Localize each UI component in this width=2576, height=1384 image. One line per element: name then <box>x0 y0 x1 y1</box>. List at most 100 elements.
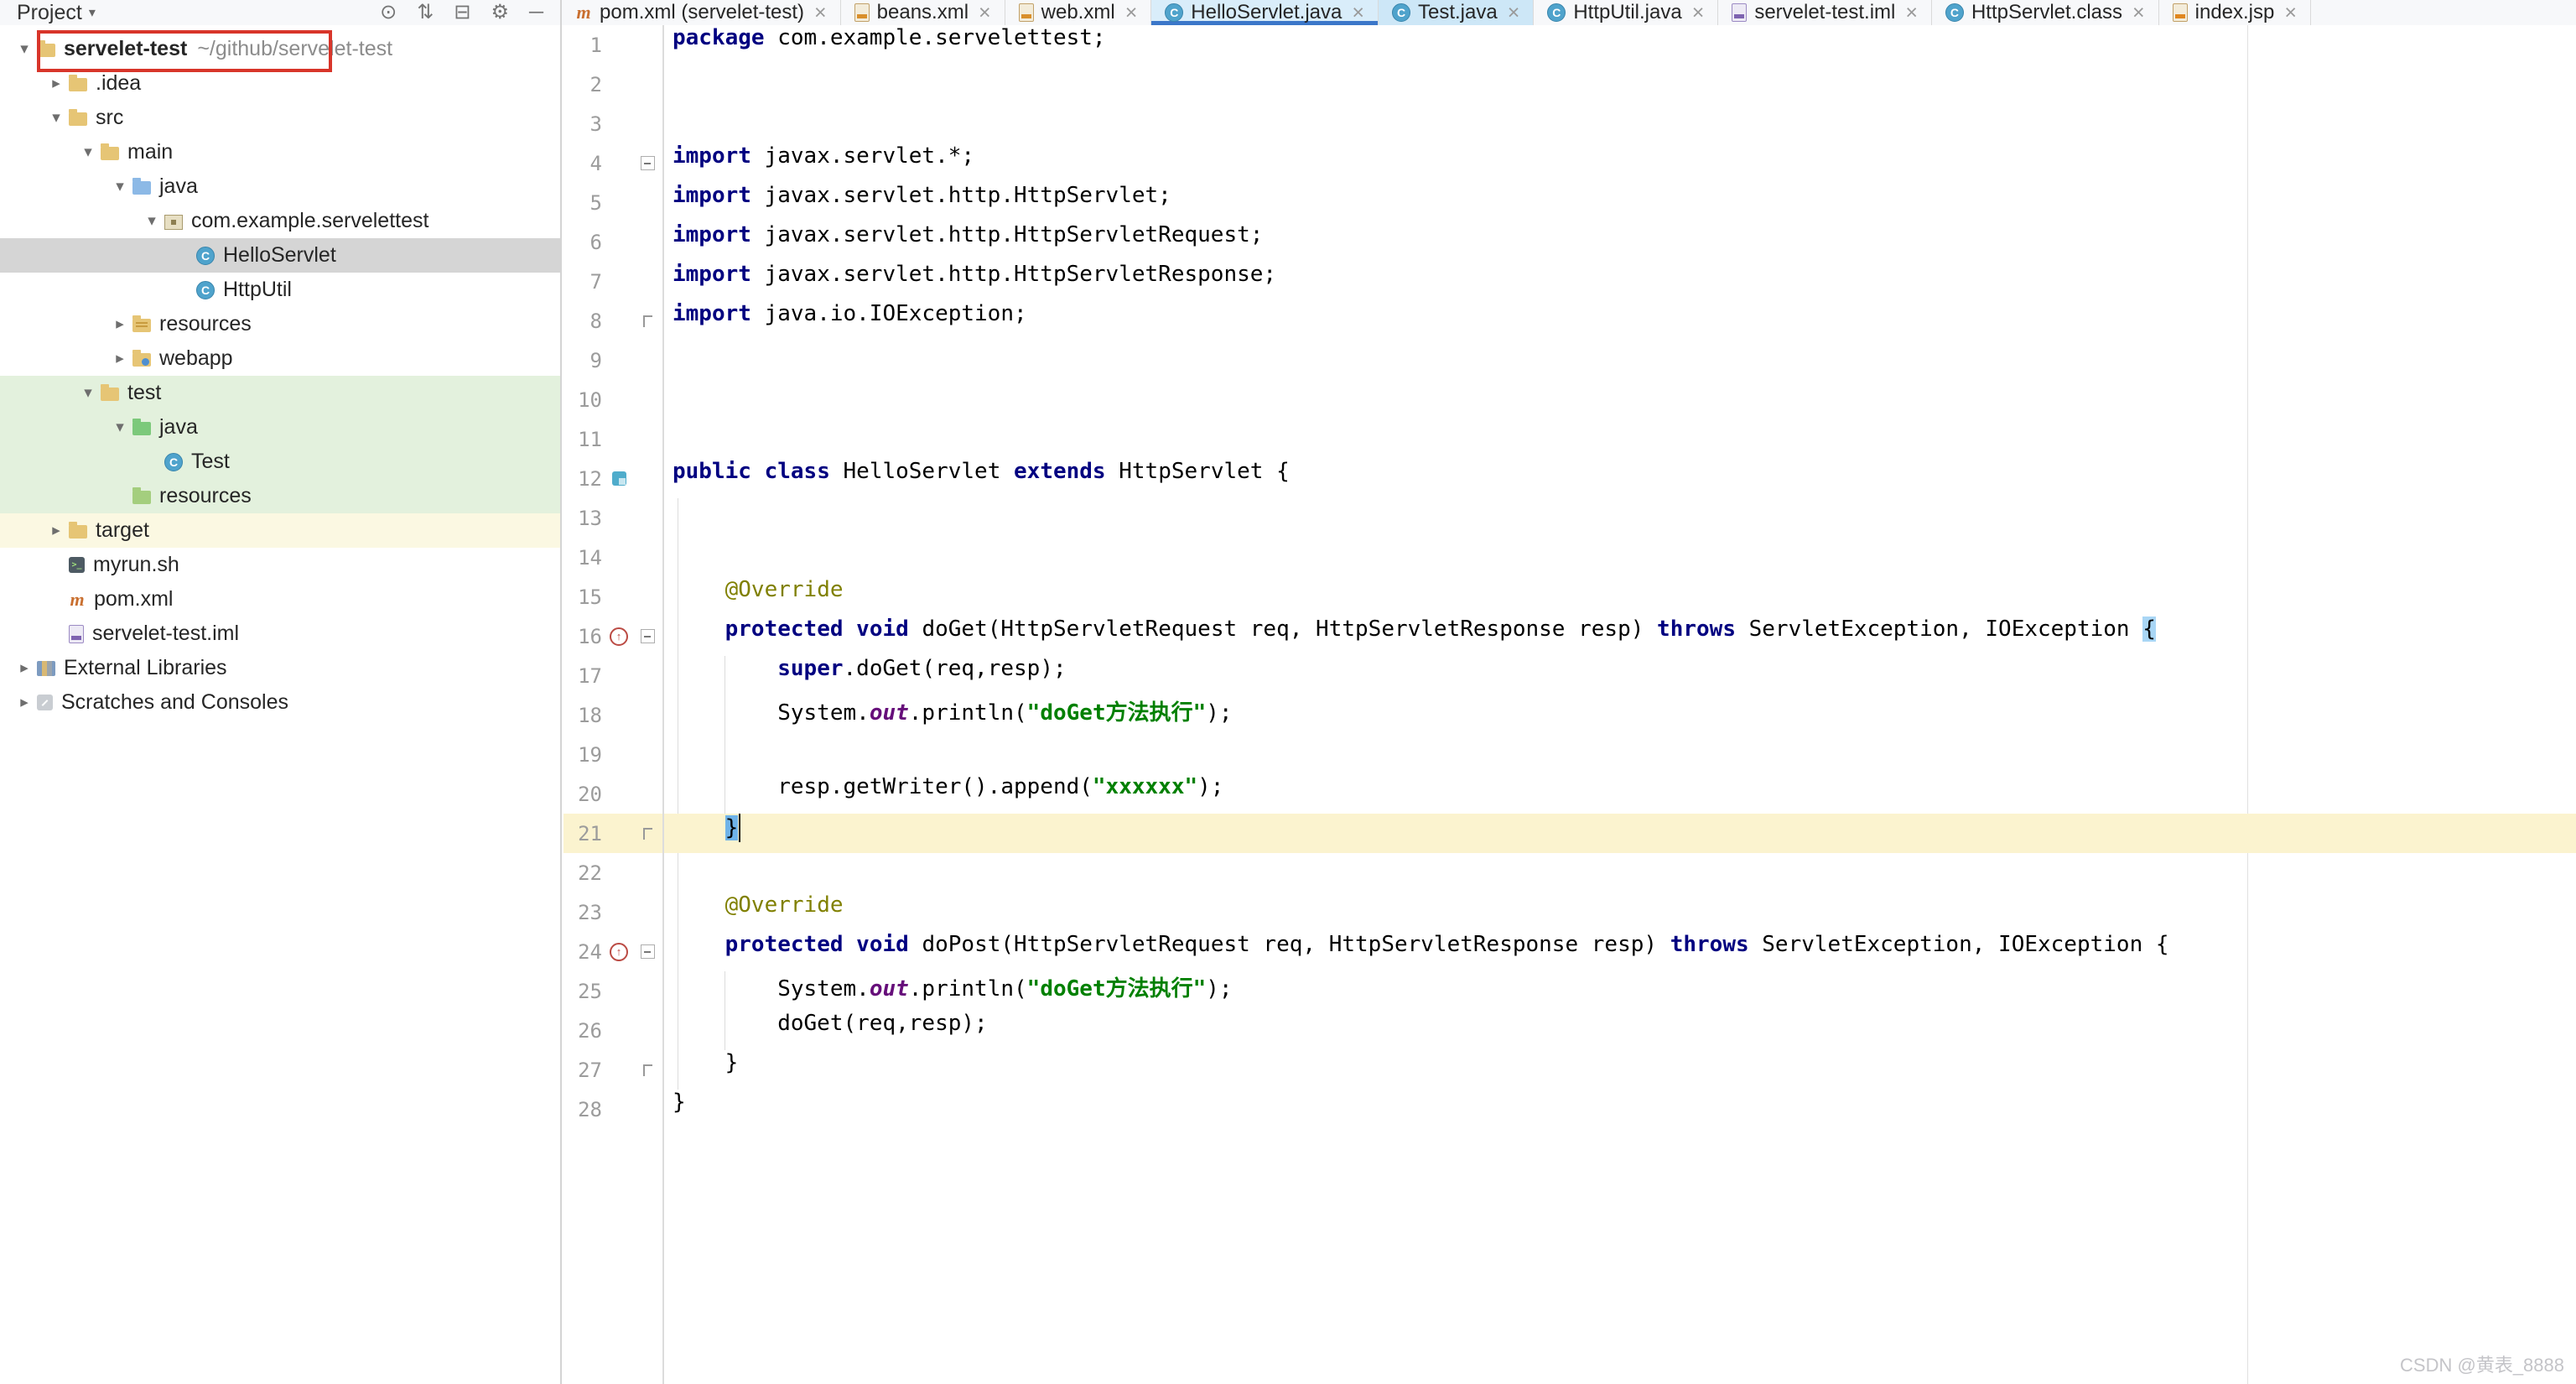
override-icon[interactable] <box>602 627 636 646</box>
chevron-down-icon[interactable]: ▾ <box>107 418 132 437</box>
tree-item-target[interactable]: ▸ target <box>0 513 560 548</box>
code-line[interactable]: } <box>664 1050 2576 1090</box>
tab-close-icon[interactable]: × <box>1508 1 1520 25</box>
line-number[interactable]: 2 <box>564 73 602 96</box>
line-number[interactable]: 8 <box>564 310 602 333</box>
chevron-down-icon[interactable]: ▾ <box>107 177 132 196</box>
code-line[interactable] <box>664 65 2576 104</box>
line-number[interactable]: 20 <box>564 783 602 806</box>
code-line[interactable]: resp.getWriter().append("xxxxxx"); <box>664 774 2576 814</box>
line-number[interactable]: 22 <box>564 861 602 885</box>
code-line[interactable] <box>664 498 2576 538</box>
fold-start-icon[interactable] <box>640 629 655 643</box>
code-line[interactable]: } <box>664 1090 2576 1129</box>
code-line[interactable]: import javax.servlet.*; <box>664 143 2576 183</box>
line-number[interactable]: 28 <box>564 1098 602 1121</box>
override-icon[interactable] <box>610 942 628 961</box>
tree-item-src[interactable]: ▾ src <box>0 101 560 135</box>
sort-icon[interactable]: ⇅ <box>417 3 434 23</box>
tree-item-com.example.servelettest[interactable]: ▾ com.example.servelettest <box>0 204 560 238</box>
tab-HttpServlet.class[interactable]: HttpServlet.class × <box>1932 0 2159 25</box>
code-line[interactable]: package com.example.servelettest; <box>664 25 2576 65</box>
fold-end-icon[interactable] <box>636 827 659 840</box>
fold-end-icon[interactable] <box>642 315 652 327</box>
tab-close-icon[interactable]: × <box>814 1 827 25</box>
line-number[interactable]: 23 <box>564 901 602 924</box>
tree-item-HttpUtil[interactable]: HttpUtil <box>0 273 560 307</box>
override-icon[interactable] <box>610 627 628 646</box>
override-icon[interactable] <box>602 942 636 961</box>
tab-servelet-test.iml[interactable]: servelet-test.iml × <box>1718 0 1932 25</box>
tab-close-icon[interactable]: × <box>1125 1 1138 25</box>
tab-HttpUtil.java[interactable]: HttpUtil.java × <box>1534 0 1719 25</box>
locate-icon[interactable]: ⊙ <box>380 3 397 23</box>
hide-panel-icon[interactable]: ─ <box>529 3 543 23</box>
line-number[interactable]: 27 <box>564 1059 602 1082</box>
tree-item-pom.xml[interactable]: pom.xml <box>0 582 560 617</box>
code-line[interactable]: } <box>664 814 2576 853</box>
code-line[interactable] <box>664 419 2576 459</box>
code-line[interactable]: System.out.println("doGet方法执行"); <box>664 971 2576 1011</box>
tab-pom.xml (servelet-test)[interactable]: pom.xml (servelet-test) × <box>562 0 841 25</box>
line-number[interactable]: 1 <box>564 34 602 57</box>
tab-Test.java[interactable]: Test.java × <box>1379 0 1535 25</box>
fold-end-icon[interactable] <box>636 1064 659 1076</box>
tree-item-servelet-test[interactable]: ▾ servelet-test ~/github/servelet-test <box>0 32 560 66</box>
line-number[interactable]: 24 <box>564 940 602 964</box>
tree-item-java[interactable]: ▾ java <box>0 169 560 204</box>
line-number[interactable]: 3 <box>564 112 602 136</box>
settings-icon[interactable]: ⚙ <box>491 3 509 23</box>
line-number[interactable]: 21 <box>564 822 602 845</box>
tree-item-resources[interactable]: resources <box>0 479 560 513</box>
line-number[interactable]: 25 <box>564 980 602 1003</box>
line-number[interactable]: 14 <box>564 546 602 570</box>
chevron-down-icon[interactable]: ▾ <box>75 383 101 403</box>
tree-item-Scratches and Consoles[interactable]: ▸ Scratches and Consoles <box>0 685 560 720</box>
code-line[interactable]: protected void doGet(HttpServletRequest … <box>664 617 2576 656</box>
code-editor[interactable]: 1234567891011121314151617181920212223242… <box>564 25 2576 1384</box>
tree-item-HelloServlet[interactable]: HelloServlet <box>0 238 560 273</box>
fold-start-icon[interactable] <box>636 944 659 959</box>
tab-close-icon[interactable]: × <box>1692 1 1705 25</box>
code-line[interactable]: import java.io.IOException; <box>664 301 2576 341</box>
line-number[interactable]: 12 <box>564 467 602 491</box>
line-number[interactable]: 26 <box>564 1019 602 1043</box>
chevron-down-icon[interactable]: ▾ <box>44 108 69 127</box>
code-line[interactable]: public class HelloServlet extends HttpSe… <box>664 459 2576 498</box>
code-line[interactable]: import javax.servlet.http.HttpServlet; <box>664 183 2576 222</box>
code-line[interactable]: super.doGet(req,resp); <box>664 656 2576 695</box>
code-line[interactable]: protected void doPost(HttpServletRequest… <box>664 932 2576 971</box>
fold-start-icon[interactable] <box>640 944 655 959</box>
code-line[interactable] <box>664 853 2576 892</box>
line-number[interactable]: 18 <box>564 704 602 727</box>
code-line[interactable] <box>664 104 2576 143</box>
line-number[interactable]: 17 <box>564 664 602 688</box>
fold-end-icon[interactable] <box>642 827 652 840</box>
code-line[interactable]: import javax.servlet.http.HttpServletReq… <box>664 222 2576 262</box>
fold-start-icon[interactable] <box>640 156 655 170</box>
chevron-right-icon[interactable]: ▸ <box>107 349 132 368</box>
line-number[interactable]: 15 <box>564 585 602 609</box>
fold-end-icon[interactable] <box>642 1064 652 1076</box>
tree-item-myrun.sh[interactable]: myrun.sh <box>0 548 560 582</box>
line-number[interactable]: 5 <box>564 191 602 215</box>
code-line[interactable] <box>664 380 2576 419</box>
chevron-down-icon[interactable]: ▾ <box>12 39 37 59</box>
code-line[interactable]: import javax.servlet.http.HttpServletRes… <box>664 262 2576 301</box>
project-panel-title[interactable]: Project <box>17 1 82 25</box>
chevron-right-icon[interactable]: ▸ <box>107 315 132 334</box>
chevron-right-icon[interactable]: ▸ <box>44 74 69 93</box>
tab-close-icon[interactable]: × <box>1352 1 1364 25</box>
tree-item-.idea[interactable]: ▸ .idea <box>0 66 560 101</box>
tree-item-External Libraries[interactable]: ▸ External Libraries <box>0 651 560 685</box>
tab-close-icon[interactable]: × <box>2132 1 2145 25</box>
code-line[interactable] <box>664 538 2576 577</box>
chevron-down-icon[interactable]: ▾ <box>75 143 101 162</box>
line-number[interactable]: 19 <box>564 743 602 767</box>
code-line[interactable] <box>664 341 2576 380</box>
tree-item-java[interactable]: ▾ java <box>0 410 560 445</box>
fold-start-icon[interactable] <box>636 156 659 170</box>
class-marker-icon[interactable] <box>602 471 636 486</box>
line-number[interactable]: 9 <box>564 349 602 372</box>
line-number[interactable]: 4 <box>564 152 602 175</box>
